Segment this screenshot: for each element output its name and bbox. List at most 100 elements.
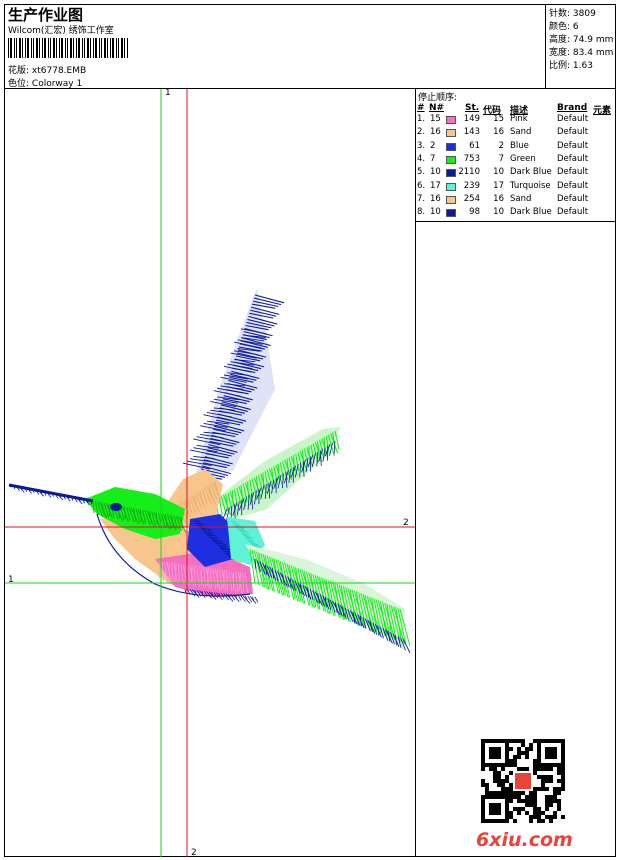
color-swatch xyxy=(446,116,456,124)
colorway-label: 色位: xyxy=(8,79,30,89)
color-description: Dark Blue xyxy=(510,207,552,218)
stitch-count: 61 xyxy=(469,140,480,151)
stop-table-divider xyxy=(415,221,616,222)
design-label: 花版: xyxy=(8,66,30,76)
stop-row: 1. 15 149 15 Pink Default xyxy=(416,114,616,127)
design-canvas xyxy=(5,89,415,857)
stat-value: 83.4 mm xyxy=(572,48,614,58)
col-header-needle: N# xyxy=(429,103,445,113)
brand: Default xyxy=(557,114,589,124)
stop-row: 7. 16 254 16 Sand Default xyxy=(416,194,616,207)
color-description: Pink xyxy=(510,114,528,124)
color-code: 2 xyxy=(498,140,504,151)
brand: Default xyxy=(557,140,589,151)
guide-label-h-green: 1 xyxy=(8,575,14,585)
color-swatch xyxy=(446,182,456,191)
needle-number: 16 xyxy=(430,127,441,138)
color-swatch xyxy=(446,195,456,204)
stats-divider xyxy=(545,4,546,88)
stat-label: 颜色: xyxy=(549,22,571,32)
needle-number: 17 xyxy=(430,180,441,191)
stop-seq: 6. xyxy=(417,180,426,191)
color-code: 10 xyxy=(493,167,504,178)
color-code: 7 xyxy=(498,153,504,164)
color-code: 17 xyxy=(493,180,504,191)
needle-number: 10 xyxy=(430,207,441,218)
stitch-count: 254 xyxy=(463,193,480,204)
stat-width: 宽度: 83.4 mm xyxy=(549,45,613,58)
stop-seq: 1. xyxy=(417,114,426,124)
stat-label: 针数: xyxy=(549,9,571,19)
brand: Default xyxy=(557,207,589,218)
stop-row: 4. 7 753 7 Green Default xyxy=(416,154,616,167)
stitch-count: 2110 xyxy=(458,167,480,178)
design-file: 花版: xt6778.EMB xyxy=(8,63,86,76)
brand: Default xyxy=(557,193,589,204)
stat-label: 高度: xyxy=(549,35,571,45)
stop-row: 2. 16 143 16 Sand Default xyxy=(416,127,616,140)
color-description: Green xyxy=(510,153,536,164)
color-description: Turquoise xyxy=(510,180,551,191)
guide-label-v-green: 1 xyxy=(165,88,171,98)
stop-seq: 5. xyxy=(417,167,426,178)
colorway-value: Colorway 1 xyxy=(31,79,83,89)
stop-seq: 2. xyxy=(417,127,426,138)
stat-scale: 比例: 1.63 xyxy=(549,58,593,71)
page-title: 生产作业图 xyxy=(8,6,84,24)
color-description: Dark Blue xyxy=(510,167,552,178)
hummingbird-embroidery xyxy=(8,289,411,654)
color-swatch xyxy=(446,155,456,164)
col-header-seq: # xyxy=(417,103,425,113)
stop-seq: 3. xyxy=(417,140,426,151)
stat-value: 3809 xyxy=(572,9,596,19)
color-code: 16 xyxy=(493,127,504,138)
guide-label-h-red: 2 xyxy=(403,518,409,528)
color-description: Sand xyxy=(510,193,532,204)
col-header-brand: Brand xyxy=(557,103,588,113)
stop-seq: 4. xyxy=(417,153,426,164)
stitch-count: 143 xyxy=(463,127,480,138)
needle-number: 7 xyxy=(430,153,436,164)
color-code: 10 xyxy=(493,207,504,218)
stop-row: 3. 2 61 2 Blue Default xyxy=(416,141,616,154)
color-description: Sand xyxy=(510,127,532,138)
stat-label: 比例: xyxy=(549,61,571,71)
stat-label: 宽度: xyxy=(549,48,571,58)
stop-seq: 7. xyxy=(417,193,426,204)
guide-label-v-red: 2 xyxy=(191,848,197,858)
color-code: 15 xyxy=(493,114,504,124)
needle-number: 10 xyxy=(430,167,441,178)
color-swatch xyxy=(446,169,456,178)
stop-row: 8. 10 98 10 Dark Blue Default xyxy=(416,207,616,220)
colorway: 色位: Colorway 1 xyxy=(8,76,82,89)
brand: Default xyxy=(557,127,589,138)
brand: Default xyxy=(557,180,589,191)
color-code: 16 xyxy=(493,193,504,204)
brand: Default xyxy=(557,167,589,178)
needle-number: 16 xyxy=(430,193,441,204)
design-value: xt6778.EMB xyxy=(31,66,87,76)
stat-value: 6 xyxy=(572,22,579,32)
watermark-logo: 6xiu.com xyxy=(476,829,573,851)
stitch-count: 239 xyxy=(463,180,480,191)
stat-stitches: 针数: 3809 xyxy=(549,6,596,19)
color-description: Blue xyxy=(510,140,529,151)
stop-row: 5. 10 2110 10 Dark Blue Default xyxy=(416,167,616,180)
company-name: Wilcom(汇宏) 绣饰工作室 xyxy=(8,26,114,36)
stitch-count: 149 xyxy=(463,114,480,124)
stat-value: 74.9 mm xyxy=(572,35,614,45)
needle-number: 15 xyxy=(430,114,441,124)
stop-seq: 8. xyxy=(417,207,426,218)
col-header-stitches: St. xyxy=(465,103,480,113)
needle-number: 2 xyxy=(430,140,436,151)
qr-code xyxy=(481,739,565,823)
color-swatch xyxy=(446,142,456,151)
stat-colors: 颜色: 6 xyxy=(549,19,579,32)
stop-row: 6. 17 239 17 Turquoise Default xyxy=(416,181,616,194)
stat-value: 1.63 xyxy=(572,61,593,71)
brand: Default xyxy=(557,153,589,164)
stitch-count: 753 xyxy=(463,153,480,164)
stop-sequence-title: 停止顺序: xyxy=(418,93,458,103)
color-swatch xyxy=(446,209,456,218)
barcode xyxy=(8,38,130,58)
